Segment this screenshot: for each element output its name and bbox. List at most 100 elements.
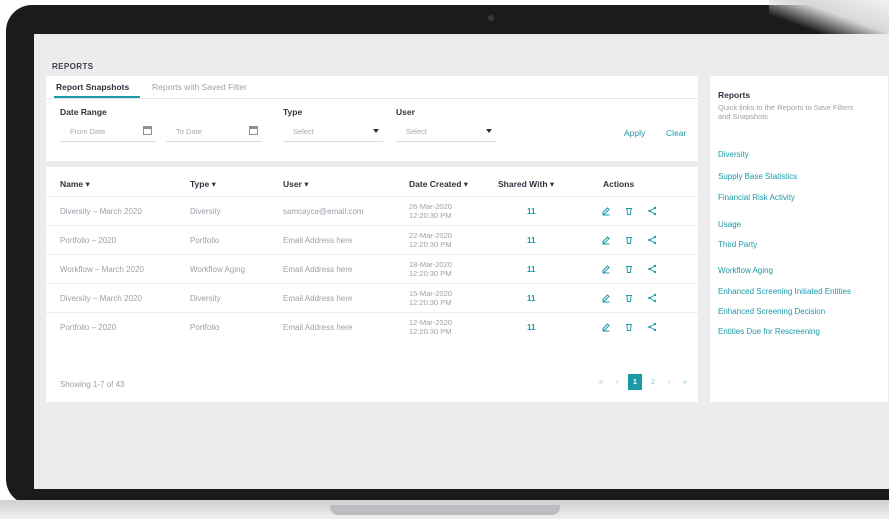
table-row[interactable]: Portfolio – 2020 Portfolio Email Address h…: [46, 225, 698, 255]
table-header: Name ▾ Type ▾ User ▾ Date Created ▾ Shar…: [46, 179, 698, 195]
share-icon[interactable]: [647, 322, 657, 332]
share-icon[interactable]: [647, 293, 657, 303]
share-icon[interactable]: [647, 264, 657, 274]
cell-type: Portfolio: [190, 236, 220, 245]
table-row[interactable]: Diversity – March 2020 Diversity Email Add…: [46, 283, 698, 313]
cell-date-created: 22-Mar-2020 12:20:30 PM: [409, 231, 452, 249]
cell-user: Email Address here: [283, 236, 353, 245]
page-title: REPORTS: [52, 62, 94, 71]
cell-user: Email Address here: [283, 294, 353, 303]
cell-shared-with[interactable]: 11: [527, 265, 535, 274]
cell-user: samcayce@email.com: [283, 207, 364, 216]
first-page-button[interactable]: «: [594, 374, 608, 390]
laptop-hinge: [330, 505, 560, 515]
column-header-user[interactable]: User ▾: [283, 179, 309, 190]
cell-name: Portfolio – 2020: [60, 323, 117, 332]
user-select[interactable]: Select: [396, 123, 496, 142]
cell-shared-with[interactable]: 11: [527, 236, 535, 245]
cell-type: Diversity: [190, 207, 221, 216]
cell-date-created: 26-Mar-2020 12:20:30 PM: [409, 202, 452, 220]
cell-user: Email Address here: [283, 323, 353, 332]
apply-button[interactable]: Apply: [624, 128, 645, 138]
showing-count: Showing 1-7 of 43: [60, 380, 125, 389]
from-date-input[interactable]: From Date: [60, 123, 156, 142]
sidebar-link[interactable]: Enhanced Screening Decision: [718, 307, 825, 316]
sidebar-description: Quick links to the Reports to Save Filte…: [718, 103, 854, 121]
sidebar-title: Reports: [718, 90, 751, 100]
sidebar-link[interactable]: Supply Base Statistics: [718, 172, 797, 181]
to-date-placeholder: To Date: [176, 127, 202, 136]
cell-name: Diversity – March 2020: [60, 207, 142, 216]
tab-report-snapshots[interactable]: Report Snapshots: [56, 82, 129, 92]
edit-icon[interactable]: [601, 264, 611, 274]
cell-name: Workflow – March 2020: [60, 265, 144, 274]
chevron-down-icon: [486, 129, 492, 133]
share-icon[interactable]: [647, 206, 657, 216]
sidebar-link[interactable]: Enhanced Screening Initiated Entities: [718, 287, 851, 296]
table-row[interactable]: Diversity – March 2020 Diversity samcayce@…: [46, 196, 698, 226]
last-page-button[interactable]: »: [678, 374, 692, 390]
camera-icon: [488, 15, 494, 21]
table-row[interactable]: Workflow – March 2020 Workflow Aging Email…: [46, 254, 698, 284]
clear-button[interactable]: Clear: [666, 128, 686, 138]
cell-time: 12:20:30 PM: [409, 269, 452, 278]
calendar-icon[interactable]: [249, 126, 258, 135]
type-select[interactable]: Select: [283, 123, 383, 142]
column-header-type[interactable]: Type ▾: [190, 179, 216, 190]
sidebar-link[interactable]: Workflow Aging: [718, 266, 773, 275]
delete-icon[interactable]: [624, 235, 634, 245]
page-button-1[interactable]: 1: [628, 374, 642, 390]
cell-time: 12:20:30 PM: [409, 240, 452, 249]
user-label: User: [396, 107, 415, 117]
cell-type: Diversity: [190, 294, 221, 303]
cell-time: 12:20:30 PM: [409, 298, 452, 307]
cell-name: Portfolio – 2020: [60, 236, 117, 245]
edit-icon[interactable]: [601, 235, 611, 245]
cell-name: Diversity – March 2020: [60, 294, 142, 303]
filter-bar: Date Range From Date To Date Type Select…: [46, 98, 698, 156]
sidebar-link[interactable]: Third Party: [718, 240, 757, 249]
cell-date-created: 15-Mar-2020 12:20:30 PM: [409, 289, 452, 307]
sidebar-link[interactable]: Diversity: [718, 150, 749, 159]
page-button-2[interactable]: 2: [646, 374, 660, 390]
cell-shared-with[interactable]: 11: [527, 207, 535, 216]
laptop-mockup: REPORTS Report Snapshots Reports with Sa…: [0, 0, 889, 519]
date-range-label: Date Range: [60, 107, 107, 117]
to-date-input[interactable]: To Date: [166, 123, 262, 142]
type-select-value: Select: [293, 127, 314, 136]
screen: REPORTS Report Snapshots Reports with Sa…: [34, 34, 889, 489]
cell-date-created: 12-Mar-2020 12:20:30 PM: [409, 318, 452, 336]
delete-icon[interactable]: [624, 322, 634, 332]
sidebar-link[interactable]: Entities Due for Rescreening: [718, 327, 820, 336]
column-header-date-created[interactable]: Date Created ▾: [409, 179, 468, 190]
cell-time: 12:20:30 PM: [409, 211, 452, 220]
sidebar-link[interactable]: Usage: [718, 220, 741, 229]
delete-icon[interactable]: [624, 293, 634, 303]
column-header-shared-with[interactable]: Shared With ▾: [498, 179, 554, 190]
cell-type: Portfolio: [190, 323, 220, 332]
cell-user: Email Address here: [283, 265, 353, 274]
cell-shared-with[interactable]: 11: [527, 323, 535, 332]
type-label: Type: [283, 107, 303, 117]
sidebar-link[interactable]: Financial Risk Activity: [718, 193, 795, 202]
column-header-name[interactable]: Name ▾: [60, 179, 90, 190]
cell-time: 12:20:30 PM: [409, 327, 452, 336]
cell-date: 18-Mar-2020: [409, 260, 452, 269]
delete-icon[interactable]: [624, 206, 634, 216]
next-page-button[interactable]: ›: [662, 374, 676, 390]
section-divider: [46, 161, 698, 167]
tab-reports-saved-filter[interactable]: Reports with Saved Filter: [152, 82, 247, 92]
tab-bar: Report Snapshots Reports with Saved Filt…: [46, 76, 698, 99]
user-select-value: Select: [406, 127, 427, 136]
share-icon[interactable]: [647, 235, 657, 245]
prev-page-button[interactable]: ‹: [610, 374, 624, 390]
calendar-icon[interactable]: [143, 126, 152, 135]
cell-date-created: 18-Mar-2020 12:20:30 PM: [409, 260, 452, 278]
edit-icon[interactable]: [601, 322, 611, 332]
from-date-placeholder: From Date: [70, 127, 106, 136]
table-row[interactable]: Portfolio – 2020 Portfolio Email Address h…: [46, 312, 698, 342]
delete-icon[interactable]: [624, 264, 634, 274]
edit-icon[interactable]: [601, 293, 611, 303]
cell-shared-with[interactable]: 11: [527, 294, 535, 303]
edit-icon[interactable]: [601, 206, 611, 216]
